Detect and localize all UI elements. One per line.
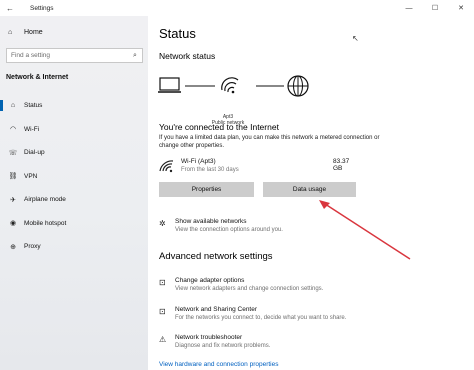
data-usage-button[interactable]: Data usage [263,182,356,197]
sharing-icon: ⊡ [159,307,166,316]
minimize-button[interactable]: — [396,0,422,16]
wifi-usage-period: From the last 30 days [181,167,239,173]
laptop-icon [158,77,181,93]
search-input[interactable] [11,52,128,59]
sidebar-item-airplane-mode[interactable]: ✈ Airplane mode [0,188,148,212]
sidebar-section-title: Network & Internet [6,74,69,81]
window-controls: — ☐ ✕ [396,0,474,16]
globe-icon [287,75,309,97]
sidebar-item-label: VPN [24,172,38,180]
status-icon: ⌂ [10,102,16,110]
wifi-signal-icon [221,77,239,94]
sidebar-list: ⌂ Status ◠ Wi-Fi ☏ Dial-up ⛓ VPN ✈ Airpl… [0,94,148,259]
main-content: Status ↖ Network status Apt3 Public netw… [148,16,474,370]
sidebar-home-label: Home [24,29,43,36]
airplane-icon: ✈ [10,196,16,204]
wifi-icon: ◠ [9,126,17,134]
sidebar-item-dialup[interactable]: ☏ Dial-up [0,141,148,165]
sidebar-item-mobile-hotspot[interactable]: ◉ Mobile hotspot [0,212,148,236]
home-icon: ⌂ [8,29,13,36]
annotation-arrow [319,200,411,260]
page-title: Status [159,26,196,41]
window-title: Settings [30,4,54,12]
advanced-heading: Advanced network settings [159,251,273,262]
network-diagram [158,75,309,97]
network-status-heading: Network status [159,51,216,61]
properties-button[interactable]: Properties [159,182,254,197]
close-button[interactable]: ✕ [448,0,474,16]
show-networks-desc: View the connection options around you. [175,227,283,233]
antenna-icon: ✲ [159,219,166,228]
sidebar-item-label: Airplane mode [24,196,66,204]
hardware-properties-link[interactable]: View hardware and connection properties [159,361,278,368]
sidebar-item-proxy[interactable]: ⊕ Proxy [0,235,148,259]
sidebar-item-wifi[interactable]: ◠ Wi-Fi [0,118,148,142]
sidebar-item-label: Wi-Fi [24,125,40,133]
wifi-signal-icon [159,160,174,173]
change-adapter-row[interactable]: ⊡ Change adapter options View network ad… [159,277,323,292]
wifi-name: Wi-Fi (Apt3) [181,158,216,165]
troubleshooter-title: Network troubleshooter [175,334,243,341]
search-icon[interactable]: ⌕ [128,52,142,60]
search-box[interactable]: ⌕ [6,48,143,63]
vpn-icon: ⛓ [8,173,18,181]
sidebar-item-label: Status [24,102,43,110]
wifi-usage-amount: 83.37 GB [333,158,350,172]
wifi-usage-row: Wi-Fi (Apt3) 83.37 GB From the last 30 d… [159,156,359,176]
sidebar-item-label: Mobile hotspot [24,219,67,227]
back-arrow-icon[interactable]: ← [3,4,17,13]
connected-description: If you have a limited data plan, you can… [159,135,380,149]
sidebar-item-vpn[interactable]: ⛓ VPN [0,165,148,189]
maximize-button[interactable]: ☐ [422,0,448,16]
sidebar-item-status[interactable]: ⌂ Status [0,94,148,118]
hotspot-icon: ◉ [9,220,17,228]
phone-icon: ☏ [8,149,18,157]
warning-icon: ⚠ [159,335,167,344]
globe-icon: ⊕ [10,243,16,251]
sharing-center-row[interactable]: ⊡ Network and Sharing Center For the net… [159,306,346,321]
change-adapter-title: Change adapter options [175,277,245,284]
sharing-center-desc: For the networks you connect to, decide … [175,315,347,321]
show-networks-row[interactable]: ✲ Show available networks View the conne… [159,218,283,233]
mouse-cursor-icon: ↖ [352,34,359,43]
sidebar-item-label: Dial-up [24,149,45,157]
connected-heading: You're connected to the Internet [159,122,279,132]
change-adapter-desc: View network adapters and change connect… [175,286,324,292]
troubleshooter-desc: Diagnose and fix network problems. [175,343,271,349]
sidebar-home[interactable]: ⌂ Home [8,29,43,36]
sharing-center-title: Network and Sharing Center [175,306,258,313]
sidebar-item-label: Proxy [24,243,41,251]
show-networks-title: Show available networks [175,218,247,225]
sidebar: ⌂ Home ⌕ Network & Internet ⌂ Status ◠ W… [0,16,148,370]
adapter-icon: ⊡ [159,278,166,287]
troubleshooter-row[interactable]: ⚠ Network troubleshooter Diagnose and fi… [159,334,270,349]
